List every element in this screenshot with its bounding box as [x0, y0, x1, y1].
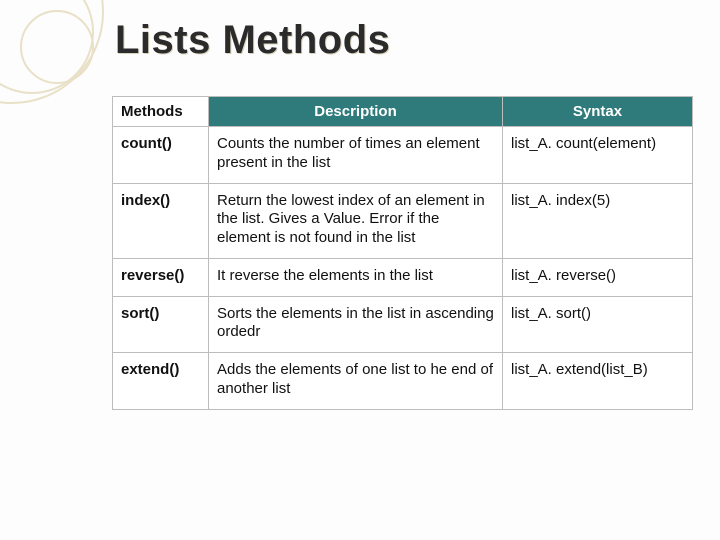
- methods-table: Methods Description Syntax count() Count…: [112, 96, 693, 410]
- cell-description: Counts the number of times an element pr…: [209, 127, 503, 184]
- methods-table-wrap: Methods Description Syntax count() Count…: [112, 96, 692, 410]
- page-title: Lists Methods: [115, 18, 390, 63]
- table-row: count() Counts the number of times an el…: [113, 127, 693, 184]
- cell-description: Return the lowest index of an element in…: [209, 183, 503, 258]
- cell-syntax: list_A. index(5): [503, 183, 693, 258]
- cell-method: index(): [113, 183, 209, 258]
- cell-syntax: list_A. reverse(): [503, 258, 693, 296]
- decorative-ring: [20, 10, 94, 84]
- cell-syntax: list_A. count(element): [503, 127, 693, 184]
- cell-method: count(): [113, 127, 209, 184]
- table-row: sort() Sorts the elements in the list in…: [113, 296, 693, 353]
- cell-description: It reverse the elements in the list: [209, 258, 503, 296]
- table-row: extend() Adds the elements of one list t…: [113, 353, 693, 410]
- cell-method: sort(): [113, 296, 209, 353]
- table-header-row: Methods Description Syntax: [113, 97, 693, 127]
- col-header-syntax: Syntax: [503, 97, 693, 127]
- table-row: index() Return the lowest index of an el…: [113, 183, 693, 258]
- cell-syntax: list_A. extend(list_B): [503, 353, 693, 410]
- cell-method: reverse(): [113, 258, 209, 296]
- cell-description: Sorts the elements in the list in ascend…: [209, 296, 503, 353]
- col-header-method: Methods: [113, 97, 209, 127]
- table-row: reverse() It reverse the elements in the…: [113, 258, 693, 296]
- cell-method: extend(): [113, 353, 209, 410]
- cell-description: Adds the elements of one list to he end …: [209, 353, 503, 410]
- col-header-description: Description: [209, 97, 503, 127]
- cell-syntax: list_A. sort(): [503, 296, 693, 353]
